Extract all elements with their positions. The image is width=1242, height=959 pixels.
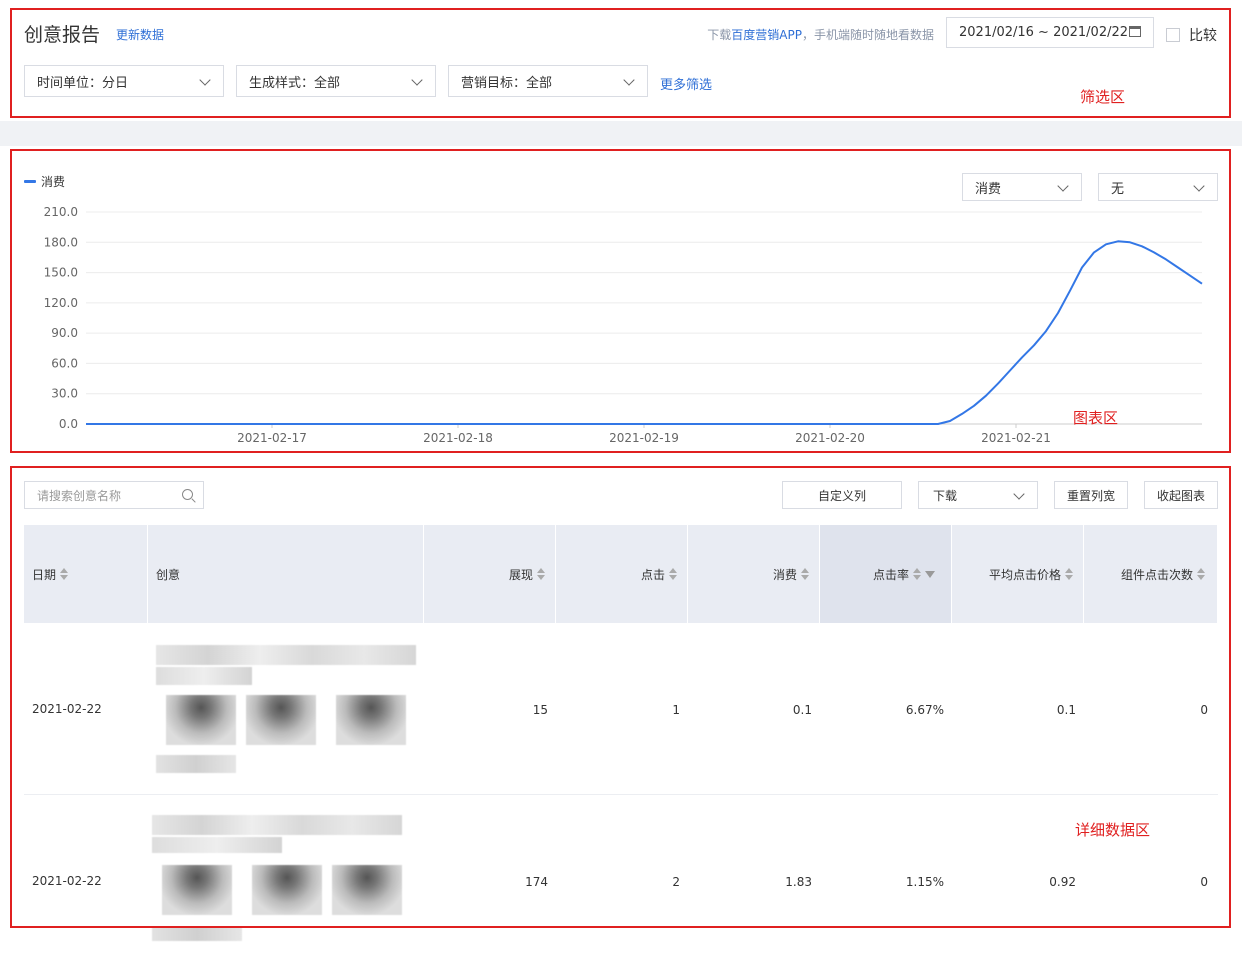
detail-area-label: 详细数据区 xyxy=(1075,821,1151,839)
detail-area-outline xyxy=(10,466,1231,928)
filter-area-outline xyxy=(10,8,1231,118)
filter-area-label: 筛选区 xyxy=(1080,88,1126,106)
chart-area-outline xyxy=(10,149,1231,453)
chart-area-label: 图表区 xyxy=(1073,409,1119,427)
